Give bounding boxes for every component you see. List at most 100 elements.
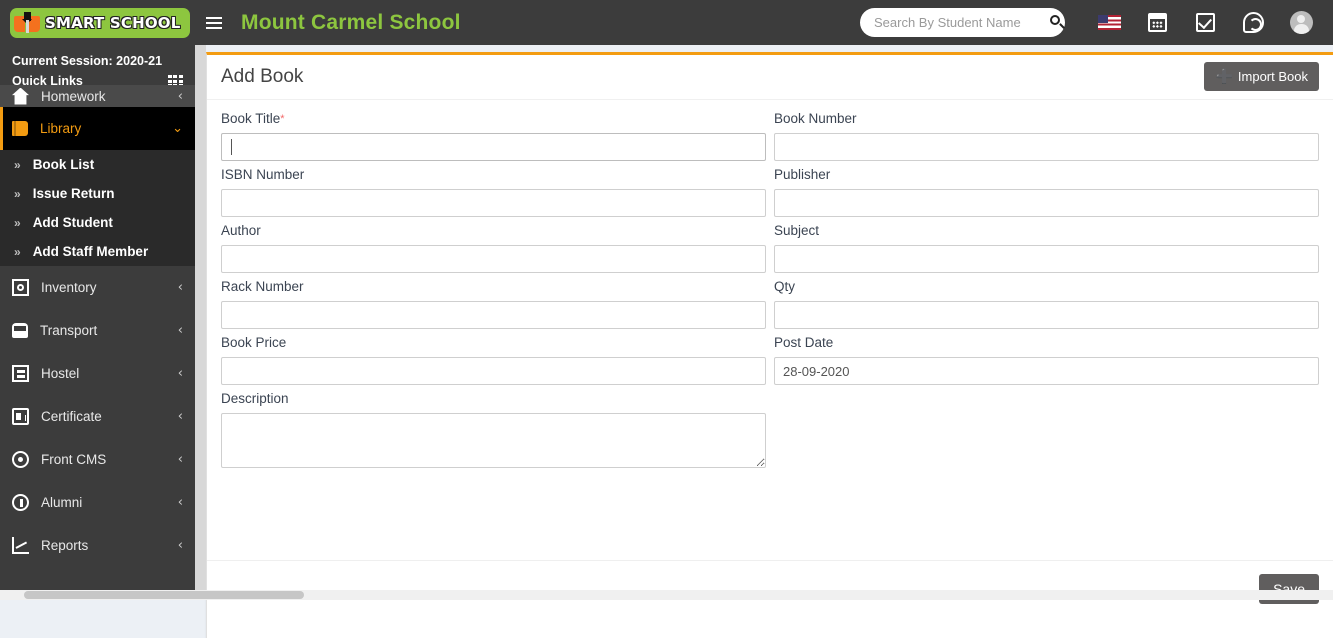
- field-isbn-number: ISBN Number: [221, 166, 766, 217]
- description-label: Description: [221, 390, 766, 408]
- sidebar-item-front-cms[interactable]: Front CMS ‹: [0, 438, 195, 481]
- sidebar-item-library[interactable]: Library ⌄: [0, 107, 195, 150]
- field-qty: Qty: [774, 278, 1319, 329]
- logo-text: SMART SCHOOL: [45, 14, 181, 32]
- chevron-left-icon: ‹: [178, 366, 183, 381]
- horizontal-scrollbar[interactable]: [0, 590, 1333, 600]
- text-cursor: [231, 139, 232, 155]
- book-title-input[interactable]: [221, 133, 766, 161]
- isbn-number-input[interactable]: [221, 189, 766, 217]
- logo-pill: SMART SCHOOL: [10, 8, 190, 38]
- whatsapp-icon[interactable]: [1229, 0, 1277, 45]
- inventory-icon: [12, 279, 29, 296]
- field-book-price: Book Price: [221, 334, 766, 385]
- chevron-left-icon: ‹: [178, 280, 183, 295]
- field-author: Author: [221, 222, 766, 273]
- double-chevron-icon: »: [14, 216, 21, 230]
- page-title: Mount Carmel School: [241, 11, 461, 35]
- book-price-label: Book Price: [221, 334, 766, 352]
- form-row-1: Book Title* ISBN Number Author: [221, 110, 1319, 478]
- sidebar-item-label: Certificate: [41, 409, 178, 424]
- sidebar-item-add-staff-member[interactable]: » Add Staff Member: [0, 237, 195, 266]
- plus-icon: ➕: [1215, 68, 1232, 85]
- chevron-left-icon: ‹: [178, 323, 183, 338]
- sidebar-item-label: Reports: [41, 538, 178, 553]
- post-date-label: Post Date: [774, 334, 1319, 352]
- rack-number-input[interactable]: [221, 301, 766, 329]
- panel-header: Add Book ➕ Import Book: [207, 55, 1333, 100]
- qty-input[interactable]: [774, 301, 1319, 329]
- book-number-label: Book Number: [774, 110, 1319, 128]
- field-book-title: Book Title*: [221, 110, 766, 161]
- library-icon: [12, 121, 28, 136]
- alumni-icon: [12, 494, 29, 511]
- sidebar-item-add-student[interactable]: » Add Student: [0, 208, 195, 237]
- sidebar-subitem-label: Add Student: [33, 215, 113, 230]
- qty-label: Qty: [774, 278, 1319, 296]
- sidebar-item-label: Inventory: [41, 280, 178, 295]
- app-logo[interactable]: SMART SCHOOL: [0, 0, 195, 45]
- search-input[interactable]: [874, 15, 1050, 30]
- label-text: Book Title: [221, 111, 280, 126]
- sidebar-item-inventory[interactable]: Inventory ‹: [0, 266, 195, 309]
- field-post-date: Post Date: [774, 334, 1319, 385]
- sidebar-item-label: Front CMS: [41, 452, 178, 467]
- subject-label: Subject: [774, 222, 1319, 240]
- search-box[interactable]: [860, 8, 1065, 37]
- field-publisher: Publisher: [774, 166, 1319, 217]
- header-actions: [860, 0, 1333, 45]
- sidebar-item-book-list[interactable]: » Book List: [0, 150, 195, 179]
- publisher-label: Publisher: [774, 166, 1319, 184]
- chevron-left-icon: ‹: [178, 89, 183, 104]
- book-title-label: Book Title*: [221, 110, 766, 128]
- description-textarea[interactable]: [221, 413, 766, 468]
- sidebar-item-label: Alumni: [41, 495, 178, 510]
- chevron-down-icon: ⌄: [172, 121, 183, 136]
- sidebar-item-reports[interactable]: Reports ‹: [0, 524, 195, 567]
- sidebar-subitem-label: Book List: [33, 157, 95, 172]
- sidebar-item-hostel[interactable]: Hostel ‹: [0, 352, 195, 395]
- rack-number-label: Rack Number: [221, 278, 766, 296]
- checkbox-icon[interactable]: [1181, 0, 1229, 45]
- import-book-button[interactable]: ➕ Import Book: [1204, 62, 1319, 91]
- form-column-left: Book Title* ISBN Number Author: [221, 110, 766, 478]
- hamburger-icon[interactable]: [195, 0, 233, 45]
- add-book-form: Book Title* ISBN Number Author: [207, 100, 1333, 478]
- calendar-icon[interactable]: [1133, 0, 1181, 45]
- horizontal-scrollbar-thumb[interactable]: [24, 591, 304, 599]
- language-flag-icon[interactable]: [1085, 0, 1133, 45]
- sidebar-item-issue-return[interactable]: » Issue Return: [0, 179, 195, 208]
- sidebar-item-certificate[interactable]: Certificate ‹: [0, 395, 195, 438]
- transport-icon: [12, 323, 28, 338]
- session-block: Current Session: 2020-21 Quick Links: [0, 45, 195, 88]
- add-book-panel: Add Book ➕ Import Book Book Title*: [206, 52, 1333, 638]
- book-number-input[interactable]: [774, 133, 1319, 161]
- search-icon[interactable]: [1050, 15, 1065, 30]
- chevron-left-icon: ‹: [178, 409, 183, 424]
- author-input[interactable]: [221, 245, 766, 273]
- field-rack-number: Rack Number: [221, 278, 766, 329]
- author-label: Author: [221, 222, 766, 240]
- sidebar-item-label: Transport: [40, 323, 178, 338]
- form-column-right: Book Number Publisher Subject Qty: [774, 110, 1319, 478]
- panel-title: Add Book: [221, 66, 303, 88]
- chevron-left-icon: ‹: [178, 538, 183, 553]
- sidebar-item-alumni[interactable]: Alumni ‹: [0, 481, 195, 524]
- sidebar-content-divider: [195, 45, 206, 600]
- sidebar-item-transport[interactable]: Transport ‹: [0, 309, 195, 352]
- isbn-number-label: ISBN Number: [221, 166, 766, 184]
- subject-input[interactable]: [774, 245, 1319, 273]
- user-avatar-icon[interactable]: [1277, 0, 1325, 45]
- sidebar: Current Session: 2020-21 Quick Links Hom…: [0, 45, 195, 600]
- import-book-label: Import Book: [1238, 69, 1308, 84]
- field-book-number: Book Number: [774, 110, 1319, 161]
- publisher-input[interactable]: [774, 189, 1319, 217]
- sidebar-item-homework[interactable]: Homework ‹: [0, 85, 195, 107]
- sidebar-subitem-label: Add Staff Member: [33, 244, 149, 259]
- post-date-input[interactable]: [774, 357, 1319, 385]
- chevron-left-icon: ‹: [178, 495, 183, 510]
- hostel-icon: [12, 365, 29, 382]
- book-price-input[interactable]: [221, 357, 766, 385]
- sidebar-item-label: Homework: [41, 89, 178, 104]
- sidebar-item-label: Hostel: [41, 366, 178, 381]
